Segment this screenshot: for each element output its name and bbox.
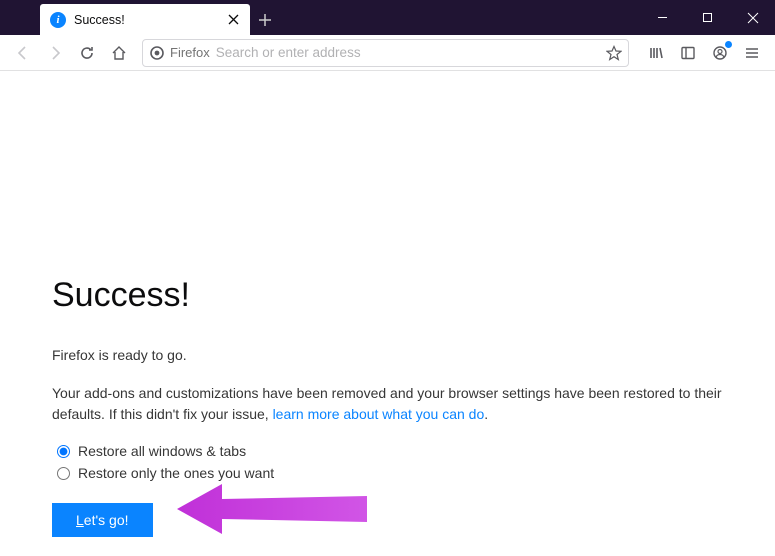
button-accelerator: L [76, 512, 84, 528]
minimize-button[interactable] [640, 0, 685, 35]
restore-select-label[interactable]: Restore only the ones you want [78, 465, 274, 481]
identity-label: Firefox [170, 45, 210, 60]
firefox-icon [149, 45, 165, 61]
toolbar-buttons [641, 38, 767, 68]
menu-button[interactable] [737, 38, 767, 68]
tab-title: Success! [74, 13, 216, 27]
back-button[interactable] [8, 38, 38, 68]
titlebar: i Success! [0, 0, 775, 35]
home-button[interactable] [104, 38, 134, 68]
restore-select-radio[interactable] [57, 467, 70, 480]
close-window-button[interactable] [730, 0, 775, 35]
button-text-rest: et's go! [84, 512, 129, 528]
new-tab-button[interactable] [250, 5, 280, 35]
page-content: Success! Firefox is ready to go. Your ad… [0, 71, 775, 537]
info-icon: i [50, 12, 66, 28]
bookmark-star-icon[interactable] [606, 45, 622, 61]
identity-box[interactable]: Firefox [149, 45, 210, 61]
restore-options: Restore all windows & tabs Restore only … [52, 443, 750, 481]
notification-dot-icon [725, 41, 732, 48]
restore-all-radio[interactable] [57, 445, 70, 458]
window-controls [640, 0, 775, 35]
address-input[interactable] [216, 45, 600, 60]
forward-button[interactable] [40, 38, 70, 68]
maximize-button[interactable] [685, 0, 730, 35]
learn-more-link[interactable]: learn more about what you can do [273, 406, 485, 422]
page-heading: Success! [52, 276, 750, 315]
sidebar-button[interactable] [673, 38, 703, 68]
lets-go-button[interactable]: Let's go! [52, 503, 153, 537]
close-tab-icon[interactable] [224, 11, 242, 29]
browser-tab[interactable]: i Success! [40, 4, 250, 35]
account-button[interactable] [705, 38, 735, 68]
restore-all-label[interactable]: Restore all windows & tabs [78, 443, 246, 459]
body-text-suffix: . [484, 406, 488, 422]
navigation-toolbar: Firefox [0, 35, 775, 71]
library-button[interactable] [641, 38, 671, 68]
page-subtitle: Firefox is ready to go. [52, 347, 750, 363]
url-bar[interactable]: Firefox [142, 39, 629, 67]
page-description: Your add-ons and customizations have bee… [52, 383, 750, 425]
reload-button[interactable] [72, 38, 102, 68]
